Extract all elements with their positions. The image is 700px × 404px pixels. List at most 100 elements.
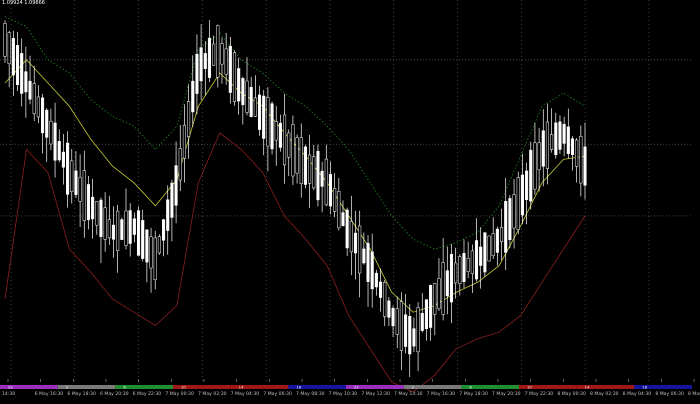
candle-body (53, 122, 57, 161)
candle-body (349, 221, 353, 253)
candle-body (78, 176, 82, 202)
candle-body (491, 233, 495, 257)
candle-body (558, 121, 562, 150)
candle-body (575, 139, 579, 167)
candle-body (479, 246, 483, 266)
candle-body (495, 228, 499, 253)
candle-body (182, 124, 186, 159)
candle-body (358, 225, 362, 274)
candle-body (374, 272, 378, 288)
candle-body (353, 232, 358, 254)
candle-body (241, 78, 245, 106)
candle-body (70, 160, 74, 192)
candle-body (11, 37, 15, 76)
candle-body (224, 48, 228, 75)
candle-body (416, 307, 420, 353)
candle-body (149, 236, 153, 269)
session-label: 18 (642, 385, 647, 390)
candle-body (253, 97, 257, 117)
candle-body (312, 156, 316, 189)
candle-body (61, 151, 65, 168)
candle-body (487, 235, 491, 262)
candle-body (324, 158, 328, 206)
candle-body (512, 194, 516, 229)
time-label: 14:30 (2, 391, 15, 397)
candle-body (462, 253, 466, 282)
forex-chart[interactable]: 1.09924 1.09866 14:30 6 May 16:30 6 May 18… (0, 0, 700, 400)
candle-body (82, 170, 86, 222)
candle-body (337, 190, 341, 229)
candle-body (141, 220, 145, 259)
candle-body (366, 242, 370, 282)
session-label: 22 (8, 385, 13, 390)
candle-body (232, 52, 237, 102)
candle-body (499, 227, 504, 243)
candle-body (370, 251, 374, 290)
candle-body (212, 43, 216, 66)
candle-body (262, 95, 266, 139)
candle-body (7, 32, 11, 64)
chart-canvas: 14:30 6 May 16:30 6 May 18:30 6 May 20:30 6 … (0, 0, 700, 397)
candle-body (220, 43, 224, 65)
candle-body (49, 120, 53, 145)
candle-body (199, 47, 203, 82)
candle-body (120, 219, 124, 240)
candle-body (166, 199, 170, 231)
candle-body (299, 137, 303, 184)
candle-body (387, 300, 391, 318)
candle-body (28, 80, 32, 100)
candle-body (483, 232, 487, 273)
candle-body (45, 109, 49, 138)
candle-body (333, 188, 337, 212)
time-label: 6 May 18:30 (67, 391, 96, 397)
candle-body (545, 121, 549, 169)
candle-body (550, 134, 554, 150)
candle-body (378, 281, 383, 298)
candle-body (170, 182, 174, 218)
candle-body (320, 170, 324, 187)
candle-body (504, 201, 508, 253)
time-label: 6 May 20:30 (100, 391, 129, 397)
candle-body (191, 80, 195, 113)
candle-body (32, 83, 36, 114)
candle-body (520, 174, 524, 216)
candle-body (24, 71, 28, 93)
candle-body (162, 219, 166, 241)
candle-body (308, 154, 312, 184)
candle-body (362, 248, 366, 264)
candle-body (203, 53, 207, 69)
candle-body (116, 210, 120, 251)
time-label: 8 May 00:30 (557, 391, 586, 397)
candle-body (132, 218, 136, 235)
candle-body (474, 240, 479, 280)
candle-body (86, 184, 91, 221)
candle-body (249, 86, 253, 117)
time-label: 7 May 10:30 (329, 391, 358, 397)
session-label: 22 (354, 385, 359, 390)
candle-body (533, 142, 537, 190)
candles-group (3, 20, 587, 378)
candle-body (303, 146, 307, 185)
candle-body (145, 229, 149, 263)
candle-body (216, 25, 220, 78)
time-label: 8 May 04:30 (623, 391, 652, 397)
candle-body (437, 278, 441, 310)
candle-body (283, 114, 287, 166)
candle-body (516, 177, 520, 230)
candle-body (57, 141, 61, 161)
candle-body (278, 122, 282, 148)
candle-body (228, 45, 232, 93)
candle-body (74, 170, 78, 195)
candle-body (424, 299, 428, 329)
candle-body (433, 283, 437, 315)
time-label: 6 May 22:30 (133, 391, 162, 397)
candle-body (124, 210, 128, 246)
candle-body (429, 285, 433, 328)
session-label: 14 (239, 385, 244, 390)
price-readout: 1.09924 1.09866 (2, 0, 45, 6)
time-label: 6 May 16:30 (35, 391, 64, 397)
candle-body (157, 236, 161, 254)
time-label: 7 May 04:30 (231, 391, 260, 397)
session-label: 14 (585, 385, 590, 390)
time-label: 8 May 02:30 (590, 391, 619, 397)
